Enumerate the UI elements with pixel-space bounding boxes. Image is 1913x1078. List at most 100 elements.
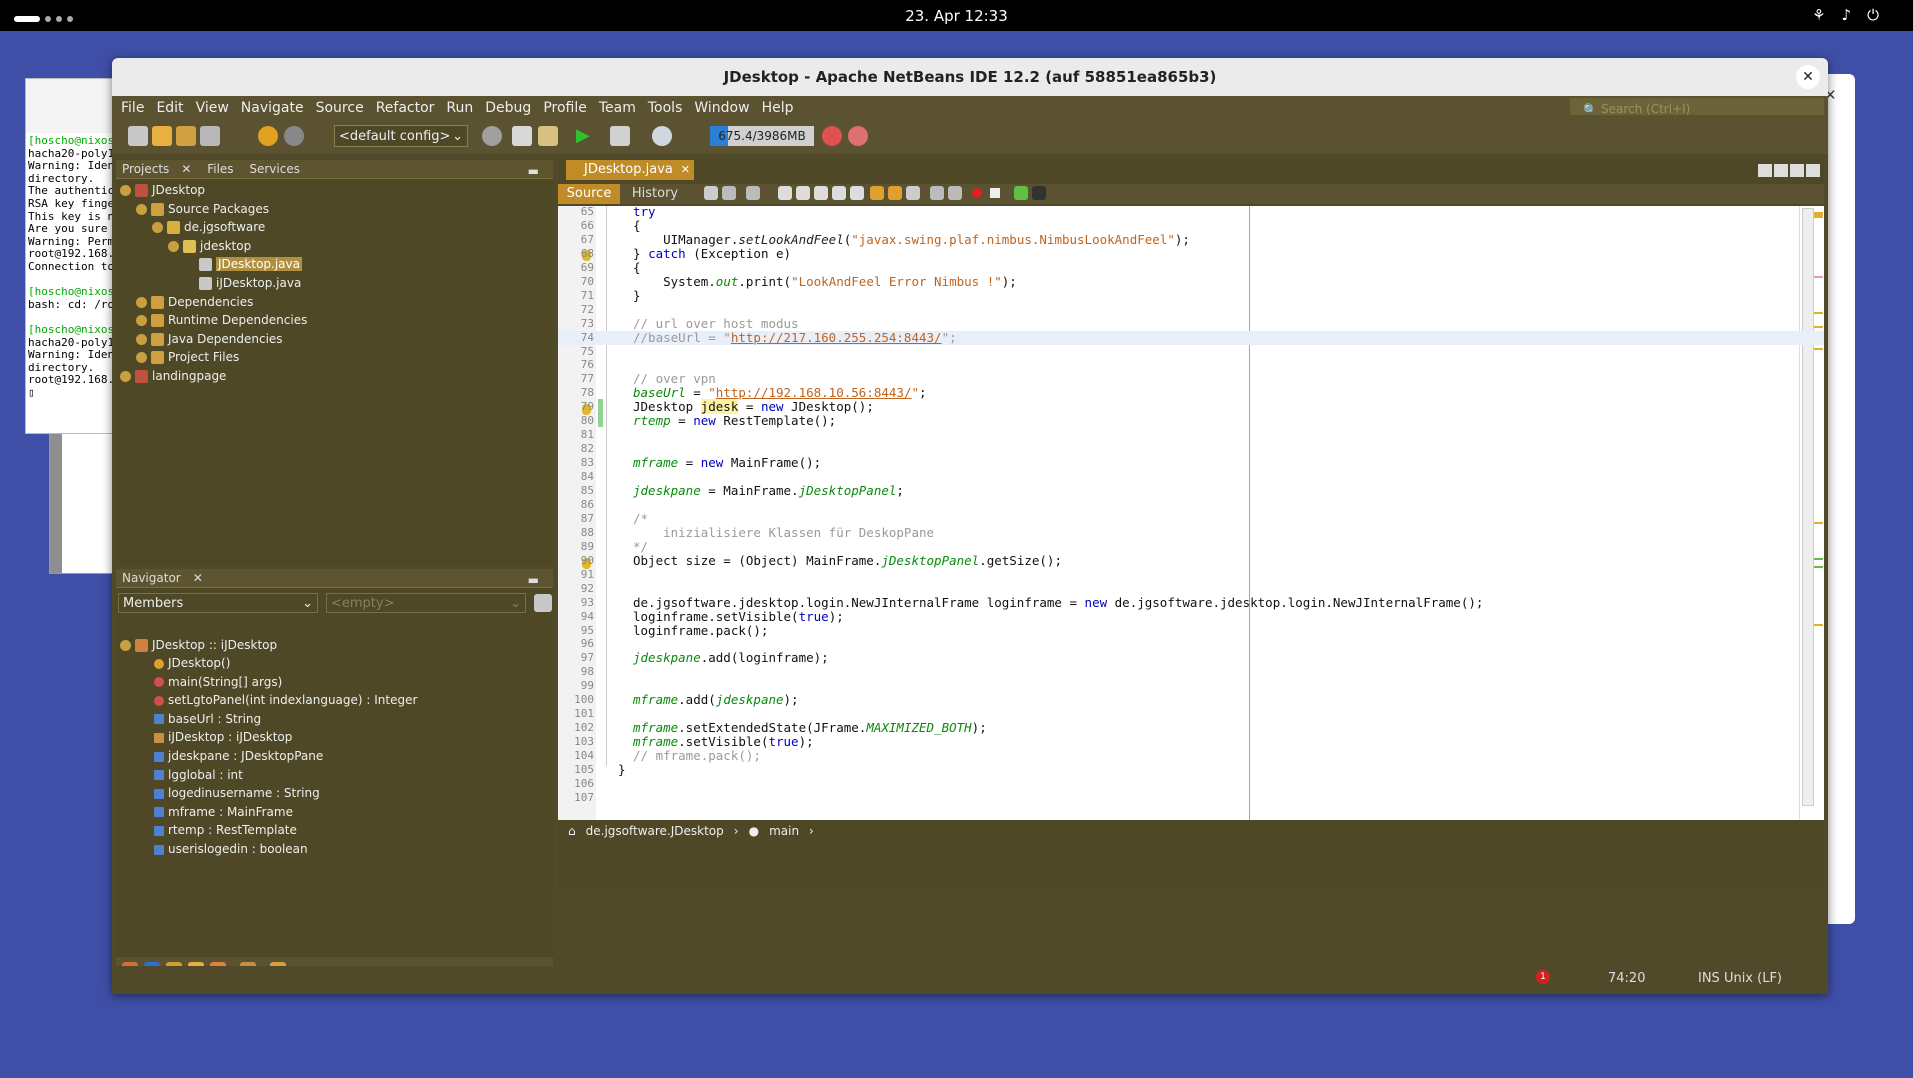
breadcrumb-method[interactable]: main: [769, 820, 799, 842]
code-line[interactable]: 99: [558, 679, 1824, 693]
minimize-icon[interactable]: ▬: [522, 162, 545, 180]
navigator-member[interactable]: iJDesktop : iJDesktop: [154, 728, 292, 746]
code-line[interactable]: 81: [558, 428, 1824, 442]
tree-item[interactable]: Source Packages: [136, 200, 269, 218]
navigator-member[interactable]: main(String[] args): [154, 673, 282, 691]
comment-icon[interactable]: [1014, 186, 1028, 200]
tab-list-icon[interactable]: [1790, 164, 1804, 177]
menu-tools[interactable]: Tools: [648, 100, 683, 116]
code-line[interactable]: 78 baseUrl = "http://192.168.10.56:8443/"…: [558, 386, 1824, 400]
scroll-right-icon[interactable]: [1774, 164, 1788, 177]
profile-gc-icon[interactable]: [848, 126, 868, 146]
code-line[interactable]: 101: [558, 707, 1824, 721]
expand-toggle-icon[interactable]: [136, 315, 147, 327]
menu-edit[interactable]: Edit: [156, 100, 183, 116]
tree-item[interactable]: Java Dependencies: [136, 330, 283, 348]
code-line[interactable]: 97 jdeskpane.add(loginframe);: [558, 651, 1824, 665]
code-line[interactable]: 67 UIManager.setLookAndFeel("javax.swing…: [558, 232, 1824, 247]
code-line[interactable]: 93 de.jgsoftware.jdesktop.login.NewJInter…: [558, 595, 1824, 610]
menu-team[interactable]: Team: [599, 100, 636, 116]
next-bookmark-icon[interactable]: [888, 186, 902, 200]
code-line[interactable]: 100 mframe.add(jdeskpane);: [558, 693, 1824, 707]
code-line[interactable]: 90 Object size = (Object) MainFrame.jDesk…: [558, 553, 1824, 568]
code-line[interactable]: 77 // over vpn: [558, 372, 1824, 386]
expand-toggle-icon[interactable]: [120, 185, 131, 196]
close-icon[interactable]: ✕: [175, 160, 197, 178]
window-titlebar[interactable]: JDesktop - Apache NetBeans IDE 12.2 (auf…: [112, 58, 1828, 96]
memory-indicator[interactable]: 675.4/3986MB: [710, 126, 814, 146]
tree-item[interactable]: Runtime Dependencies: [136, 311, 307, 329]
tab-services[interactable]: Services: [243, 160, 306, 178]
navigator-member[interactable]: logedinusername : String: [154, 784, 320, 802]
tree-item[interactable]: de.jgsoftware: [152, 218, 265, 236]
config-select[interactable]: <default config> ⌄: [334, 125, 468, 147]
code-editor[interactable]: 65 try 66 {67 UIManager.setLookAndFeel("jav…: [558, 206, 1824, 820]
gc-icon[interactable]: [822, 126, 842, 146]
tree-item[interactable]: JDesktop: [120, 181, 205, 199]
stop-macro-icon[interactable]: [990, 188, 1000, 198]
profile-icon[interactable]: [652, 126, 672, 146]
tab-files[interactable]: Files: [201, 160, 239, 178]
forward-icon[interactable]: [746, 186, 760, 200]
code-line[interactable]: 74 //baseUrl = "http://217.160.255.254:84…: [558, 330, 1824, 345]
navigator-root[interactable]: JDesktop :: iJDesktop: [120, 636, 277, 654]
navigator-member[interactable]: setLgtoPanel(int indexlanguage) : Intege…: [154, 691, 417, 709]
navigator-member[interactable]: JDesktop(): [154, 654, 230, 672]
undo-icon[interactable]: [258, 126, 278, 146]
expand-toggle-icon[interactable]: [168, 240, 179, 252]
menu-refactor[interactable]: Refactor: [376, 100, 435, 116]
code-line[interactable]: 72: [558, 303, 1824, 317]
menu-file[interactable]: File: [121, 100, 144, 116]
code-line[interactable]: 79 JDesktop jdesk = new JDesktop();: [558, 399, 1824, 415]
system-tray[interactable]: ⚘♪⏻: [1812, 6, 1895, 24]
minimize-icon[interactable]: ▬: [522, 571, 545, 589]
find-previous-icon[interactable]: [796, 186, 810, 200]
maximize-icon[interactable]: [1806, 164, 1820, 177]
members-filter-select[interactable]: Members ⌄: [118, 593, 318, 613]
editor-tab-jdesktop-java[interactable]: JDesktop.java ✕: [566, 160, 694, 180]
tree-item[interactable]: iJDesktop.java: [184, 274, 301, 292]
expand-toggle-icon[interactable]: [136, 203, 147, 215]
globe-icon[interactable]: [482, 126, 502, 146]
scroll-left-icon[interactable]: [1758, 164, 1772, 177]
code-line[interactable]: 95 loginframe.pack();: [558, 623, 1824, 638]
tree-item[interactable]: Dependencies: [136, 293, 253, 311]
navigator-member[interactable]: userislogedin : boolean: [154, 840, 308, 858]
tab-projects[interactable]: Projects: [116, 160, 175, 178]
code-line[interactable]: 102 mframe.setExtendedState(JFrame.MAXIMI…: [558, 721, 1824, 735]
tree-item[interactable]: Project Files: [136, 348, 239, 366]
new-project-icon[interactable]: [152, 126, 172, 146]
menu-view[interactable]: View: [196, 100, 229, 116]
navigator-member[interactable]: baseUrl : String: [154, 710, 261, 728]
terminal-window[interactable]: [hoscho@nixos: hacha20-poly13 Warning: Ide…: [25, 78, 122, 434]
code-line[interactable]: 69 {: [558, 260, 1824, 275]
code-line[interactable]: 68} catch (Exception e): [558, 246, 1824, 261]
menu-help[interactable]: Help: [762, 100, 794, 116]
scope-select[interactable]: <empty> ⌄: [326, 593, 526, 613]
shift-left-icon[interactable]: [930, 186, 944, 200]
code-line[interactable]: 71}: [558, 288, 1824, 303]
toggle-bookmark-icon[interactable]: [906, 186, 920, 200]
tab-navigator[interactable]: Navigator: [116, 569, 187, 587]
breadcrumb-class[interactable]: de.jgsoftware.JDesktop: [586, 820, 724, 842]
code-line[interactable]: 86: [558, 498, 1824, 512]
run-icon[interactable]: ▶: [576, 126, 596, 146]
code-line[interactable]: 98: [558, 665, 1824, 679]
expand-toggle-icon[interactable]: [152, 222, 163, 234]
menu-profile[interactable]: Profile: [543, 100, 587, 116]
close-icon[interactable]: ✕: [681, 160, 690, 180]
code-line[interactable]: 76: [558, 358, 1824, 372]
quick-search-input[interactable]: 🔍 Search (Ctrl+I): [1570, 98, 1824, 117]
code-line[interactable]: 65 try: [558, 206, 1824, 219]
code-line[interactable]: 70 System.out.print("LookAndFeel Error N…: [558, 274, 1824, 289]
expand-toggle-icon[interactable]: [136, 352, 147, 364]
menu-run[interactable]: Run: [446, 100, 473, 116]
code-line[interactable]: 91: [558, 568, 1824, 582]
notification-badge[interactable]: 1: [1536, 970, 1550, 984]
code-line[interactable]: 75: [558, 345, 1824, 359]
code-line[interactable]: 105}: [558, 763, 1824, 777]
expand-toggle-icon[interactable]: [120, 371, 131, 382]
open-project-icon[interactable]: [176, 126, 196, 146]
code-line[interactable]: 92: [558, 582, 1824, 596]
navigator-member[interactable]: mframe : MainFrame: [154, 803, 293, 821]
